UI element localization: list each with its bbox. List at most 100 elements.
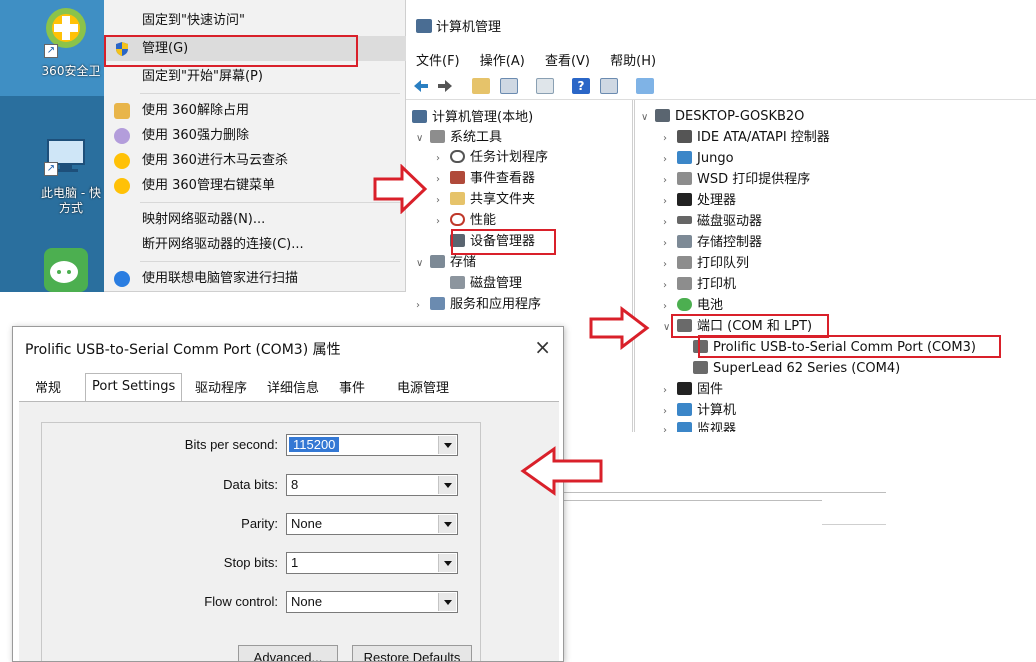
chevron-down-icon[interactable] (438, 554, 456, 572)
tab-general[interactable]: 常规 (29, 379, 67, 401)
device-category-disk-drives[interactable]: › 磁盘驱动器 (663, 212, 762, 232)
tree-item-computer-management[interactable]: 计算机管理(本地) (412, 108, 533, 128)
data-bits-label: Data bits: (223, 477, 278, 492)
tools-icon (430, 130, 445, 143)
settings-group: Bits per second: 115200 Data bits: 8 Par… (41, 422, 481, 661)
menu-item-360-scan[interactable]: 使用 360进行木马云查杀 (104, 148, 406, 173)
360-menu-icon (114, 178, 130, 194)
stop-bits-select[interactable]: 1 (286, 552, 458, 574)
show-hide-tree-icon[interactable] (500, 78, 518, 94)
advanced-button[interactable]: Advanced... (238, 645, 338, 661)
device-category-monitors[interactable]: › 监视器 (663, 420, 736, 432)
back-icon[interactable] (412, 78, 430, 94)
tab-power-management[interactable]: 电源管理 (391, 379, 455, 401)
arrow-right-icon (589, 306, 650, 350)
device-superlead-com4[interactable]: SuperLead 62 Series (COM4) (693, 359, 900, 379)
desktop-strip: ↗ 360安全卫 ↗ 此电脑 - 快 方式 (0, 0, 108, 292)
menu-item-360-menu[interactable]: 使用 360管理右键菜单 (104, 173, 406, 198)
menu-separator (140, 202, 400, 203)
device-category-wsd[interactable]: › WSD 打印提供程序 (663, 170, 810, 190)
device-root[interactable]: ∨ DESKTOP-GOSKB2O (641, 107, 804, 127)
tree-item-disk-management[interactable]: 磁盘管理 (436, 274, 522, 294)
forward-icon[interactable] (436, 78, 454, 94)
view-pane-icon[interactable] (600, 78, 618, 94)
up-folder-icon[interactable] (472, 78, 490, 94)
device-category-storage-controllers[interactable]: › 存储控制器 (663, 233, 762, 253)
chevron-down-icon[interactable] (438, 515, 456, 533)
menu-item-disconnect-drive[interactable]: 断开网络驱动器的连接(C)... (104, 232, 406, 257)
device-category-print-queues[interactable]: › 打印队列 (663, 254, 749, 274)
computer-icon (655, 109, 670, 122)
port-settings-panel: Bits per second: 115200 Data bits: 8 Par… (19, 401, 559, 661)
tree-item-event-viewer[interactable]: › 事件查看器 (436, 169, 535, 189)
toolbar: ? (406, 72, 1036, 100)
tree-item-shared-folders[interactable]: › 共享文件夹 (436, 190, 535, 210)
tree-item-storage[interactable]: ∨ 存储 (416, 253, 476, 273)
clock-icon (450, 150, 465, 163)
tab-driver[interactable]: 驱动程序 (189, 379, 253, 401)
tree-item-performance[interactable]: › 性能 (436, 211, 496, 231)
menu-view[interactable]: 查看(V) (545, 54, 590, 69)
arrow-right-icon (373, 164, 428, 214)
menu-bar: 文件(F) 操作(A) 查看(V) 帮助(H) (416, 50, 672, 69)
computer-management-icon (416, 19, 432, 33)
menu-item-lenovo-scan[interactable]: 使用联想电脑管家进行扫描 (104, 266, 406, 291)
flow-control-select[interactable]: None (286, 591, 458, 613)
device-category-firmware[interactable]: › 固件 (663, 380, 723, 400)
device-category-printers[interactable]: › 打印机 (663, 275, 736, 295)
device-category-processor[interactable]: › 处理器 (663, 191, 736, 211)
disk-drive-icon (677, 216, 692, 224)
tab-details[interactable]: 详细信息 (261, 379, 325, 401)
menu-item-360-delete[interactable]: 使用 360强力删除 (104, 123, 406, 148)
menu-file[interactable]: 文件(F) (416, 54, 460, 69)
tree-item-services-apps[interactable]: › 服务和应用程序 (416, 295, 541, 315)
device-category-ports[interactable]: ∨ 端口 (COM 和 LPT) (663, 317, 812, 337)
chevron-down-icon[interactable] (438, 476, 456, 494)
device-category-battery[interactable]: › 电池 (663, 296, 723, 316)
parity-select[interactable]: None (286, 513, 458, 535)
tab-events[interactable]: 事件 (333, 379, 371, 401)
data-bits-select[interactable]: 8 (286, 474, 458, 496)
menu-help[interactable]: 帮助(H) (610, 54, 656, 69)
firmware-icon (677, 382, 692, 395)
arrow-left-icon (520, 446, 603, 496)
stop-bits-label: Stop bits: (223, 555, 278, 570)
360-delete-icon (114, 128, 130, 144)
menu-item-manage[interactable]: 管理(G) (104, 36, 406, 61)
menu-item-pin-start[interactable]: 固定到"开始"屏幕(P) (104, 64, 406, 89)
chevron-down-icon[interactable] (438, 593, 456, 611)
tree-item-device-manager[interactable]: 设备管理器 (436, 232, 535, 252)
properties-icon[interactable] (536, 78, 554, 94)
wechat-icon[interactable] (40, 246, 92, 292)
bits-per-second-select[interactable]: 115200 (286, 434, 458, 456)
menu-item-map-drive[interactable]: 映射网络驱动器(N)... (104, 207, 406, 232)
performance-icon (450, 213, 465, 226)
lenovo-scan-icon (114, 271, 130, 287)
device-tree: ∨ DESKTOP-GOSKB2O › IDE ATA/ATAPI 控制器 › Jun… (634, 100, 1036, 432)
printer-provider-icon (677, 172, 692, 185)
window-title: 计算机管理 (416, 16, 501, 35)
tree-item-task-scheduler[interactable]: › 任务计划程序 (436, 148, 548, 168)
restore-defaults-button[interactable]: Restore Defaults (352, 645, 472, 661)
device-category-ide[interactable]: › IDE ATA/ATAPI 控制器 (663, 128, 830, 148)
device-category-jungo[interactable]: › Jungo (663, 149, 734, 169)
help-icon[interactable]: ? (572, 78, 590, 94)
tab-port-settings[interactable]: Port Settings (85, 373, 183, 403)
port-icon (693, 340, 708, 353)
shortcut-arrow-icon: ↗ (44, 44, 58, 58)
chevron-down-icon[interactable] (438, 436, 456, 454)
computer-management-icon (412, 110, 427, 123)
menu-action[interactable]: 操作(A) (480, 54, 525, 69)
parity-label: Parity: (241, 516, 278, 531)
shield-icon (114, 41, 130, 57)
close-icon[interactable]: × (534, 335, 551, 359)
device-category-computer[interactable]: › 计算机 (663, 401, 736, 421)
desktop-icon-label: 360安全卫 (41, 64, 101, 78)
menu-item-pin-quick-access[interactable]: 固定到"快速访问" (104, 8, 406, 33)
device-prolific-com3[interactable]: Prolific USB-to-Serial Comm Port (COM3) (693, 338, 976, 358)
bits-per-second-label: Bits per second: (184, 437, 278, 452)
menu-item-360-unlock[interactable]: 使用 360解除占用 (104, 98, 406, 123)
monitor-icon[interactable] (636, 78, 654, 94)
360-unlock-icon (114, 103, 130, 119)
tree-item-system-tools[interactable]: ∨ 系统工具 (416, 128, 502, 148)
